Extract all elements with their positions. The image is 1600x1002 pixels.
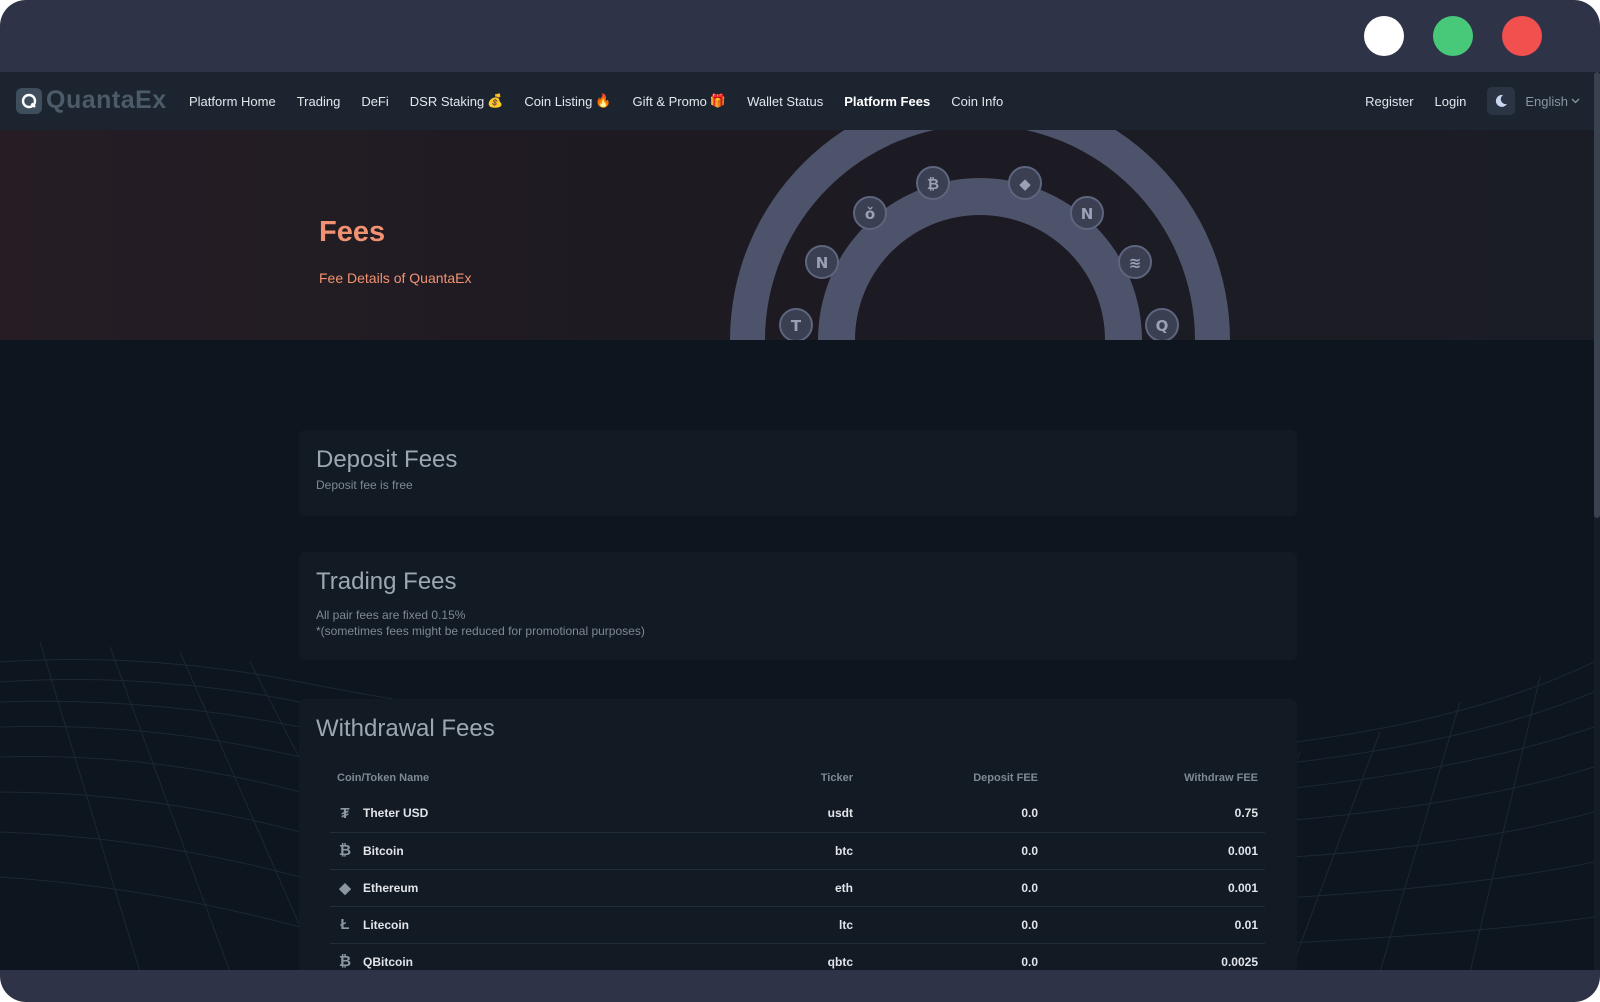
gift-icon: 🎁	[709, 93, 727, 108]
coin-ticker: qbtc	[827, 954, 853, 969]
svg-text:₿: ₿	[927, 175, 939, 193]
hero-banner: Fees Fee Details of QuantaEx T Nǒ ₿ ◆ N ≋ Q	[0, 130, 1594, 340]
withdraw-fee: 0.01	[1045, 906, 1265, 944]
page-viewport: QuantaEx Platform Home Trading DeFi DSR …	[0, 72, 1600, 970]
vertical-scrollbar[interactable]	[1594, 72, 1600, 970]
withdraw-fee: 0.75	[1045, 795, 1265, 833]
svg-text:N: N	[1081, 205, 1094, 223]
col-deposit-fee: Deposit FEE	[973, 772, 1038, 784]
coin-name: Ethereum	[363, 880, 419, 895]
table-row: Ł Litecoin ltc 0.0 0.01	[330, 906, 1265, 944]
coin-name: Bitcoin	[363, 843, 404, 858]
coin-name: Litecoin	[363, 917, 410, 932]
nav-label: Gift & Promo	[632, 93, 707, 109]
withdraw-fee: 0.0025	[1221, 954, 1258, 969]
nav-coin-listing[interactable]: Coin Listing 🔥	[524, 93, 611, 109]
deposit-fee: 0.0	[860, 869, 1045, 907]
nav-platform-fees[interactable]: Platform Fees	[844, 94, 930, 109]
qbitcoin-icon: ₿	[338, 953, 352, 970]
svg-text:◆: ◆	[1019, 175, 1031, 193]
nav-wallet-status[interactable]: Wallet Status	[747, 94, 823, 109]
money-bag-icon: 💰	[487, 93, 504, 108]
nav-platform-home[interactable]: Platform Home	[189, 94, 276, 109]
fire-icon: 🔥	[595, 93, 612, 108]
deposit-fee: 0.0	[860, 906, 1045, 944]
tether-icon: ₮	[340, 804, 350, 822]
nav-gift-promo[interactable]: Gift & Promo 🎁	[633, 93, 727, 109]
deposit-fees-text: Deposit fee is free	[316, 478, 413, 492]
withdraw-fee: 0.001	[1045, 869, 1265, 907]
window-titlebar	[0, 0, 1600, 72]
svg-text:≋: ≋	[1129, 254, 1142, 272]
bitcoin-icon: ₿	[338, 842, 352, 859]
moon-icon	[1496, 94, 1508, 107]
top-navbar: QuantaEx Platform Home Trading DeFi DSR …	[0, 72, 1598, 130]
page-subtitle: Fee Details of QuantaEx	[319, 270, 472, 286]
trading-fees-card: Trading Fees All pair fees are fixed 0.1…	[299, 552, 1297, 660]
table-row: ₿ Bitcoin btc 0.0 0.001	[330, 832, 1265, 870]
brand-name: QuantaEx	[46, 86, 167, 114]
withdrawal-fees-table: Coin/Token Name Ticker Deposit FEE Withd…	[330, 761, 1265, 970]
quantaex-logo-icon	[16, 87, 42, 114]
deposit-fee: 0.0	[860, 832, 1045, 870]
nav-coin-info[interactable]: Coin Info	[951, 94, 1003, 109]
withdrawal-fees-card: Withdrawal Fees Coin/Token Name Ticker D…	[299, 699, 1297, 970]
login-link[interactable]: Login	[1435, 94, 1467, 109]
withdrawal-fees-heading: Withdrawal Fees	[316, 715, 495, 742]
page-title: Fees	[319, 216, 386, 248]
coin-name: QBitcoin	[363, 954, 413, 969]
table-row: ₮ Theter USD usdt 0.0 0.75	[330, 795, 1265, 833]
table-row: ◆ Ethereum eth 0.0 0.001	[330, 869, 1265, 907]
deposit-fees-card: Deposit Fees Deposit fee is free	[299, 430, 1297, 516]
svg-text:ǒ: ǒ	[865, 205, 875, 223]
maximize-button[interactable]	[1433, 16, 1473, 56]
nav-label: Platform Home	[189, 93, 276, 109]
theme-toggle-button[interactable]	[1487, 87, 1516, 115]
minimize-button[interactable]	[1364, 16, 1404, 56]
coin-ring-illustration: T Nǒ ₿ ◆ N ≋ Q	[730, 130, 1230, 340]
coin-ticker: ltc	[760, 906, 860, 944]
nav-right-group: Register Login English	[1365, 72, 1598, 130]
litecoin-icon: Ł	[340, 916, 350, 933]
nav-label: Coin Listing	[524, 93, 593, 109]
main-nav: Platform Home Trading DeFi DSR Staking 💰 …	[189, 72, 1024, 130]
nav-defi[interactable]: DeFi	[361, 94, 388, 109]
coin-ticker: usdt	[760, 795, 860, 833]
svg-text:N: N	[816, 254, 829, 272]
chevron-down-icon	[1571, 98, 1580, 104]
trading-fees-line-1: All pair fees are fixed 0.15%	[316, 608, 466, 622]
coin-ticker: eth	[760, 869, 860, 907]
language-label: English	[1525, 93, 1568, 109]
trading-fees-heading: Trading Fees	[316, 568, 457, 595]
nav-dsr-staking[interactable]: DSR Staking 💰	[410, 93, 504, 109]
nav-label: Platform Fees	[844, 93, 931, 109]
table-row: ₿ QBitcoin qbtc 0.0 0.0025	[330, 943, 1265, 970]
nav-label: Coin Info	[951, 93, 1004, 109]
table-header-row: Coin/Token Name Ticker Deposit FEE Withd…	[330, 761, 1265, 795]
deposit-fees-heading: Deposit Fees	[316, 446, 458, 473]
ethereum-icon: ◆	[339, 879, 351, 897]
svg-text:T: T	[791, 317, 802, 335]
col-withdraw-fee: Withdraw FEE	[1184, 772, 1258, 784]
col-coin-name: Coin/Token Name	[337, 772, 430, 784]
scrollbar-thumb[interactable]	[1594, 72, 1600, 518]
register-link[interactable]: Register	[1365, 94, 1413, 109]
svg-text:Q: Q	[1156, 317, 1169, 335]
brand-logo[interactable]: QuantaEx	[16, 86, 167, 115]
nav-label: DSR Staking	[409, 93, 485, 109]
nav-label: Trading	[296, 93, 341, 109]
language-selector[interactable]: English	[1525, 94, 1580, 109]
deposit-fee: 0.0	[860, 795, 1045, 833]
nav-label: DeFi	[361, 93, 389, 109]
trading-fees-line-2: *(sometimes fees might be reduced for pr…	[316, 624, 645, 638]
coin-name: Theter USD	[363, 806, 429, 821]
nav-label: Wallet Status	[747, 93, 824, 109]
withdraw-fee: 0.001	[1045, 832, 1265, 870]
deposit-fee: 0.0	[1021, 954, 1038, 969]
close-button[interactable]	[1502, 16, 1542, 56]
col-ticker: Ticker	[820, 772, 853, 784]
nav-trading[interactable]: Trading	[297, 94, 341, 109]
coin-ticker: btc	[760, 832, 860, 870]
browser-window: QuantaEx Platform Home Trading DeFi DSR …	[0, 0, 1600, 1002]
